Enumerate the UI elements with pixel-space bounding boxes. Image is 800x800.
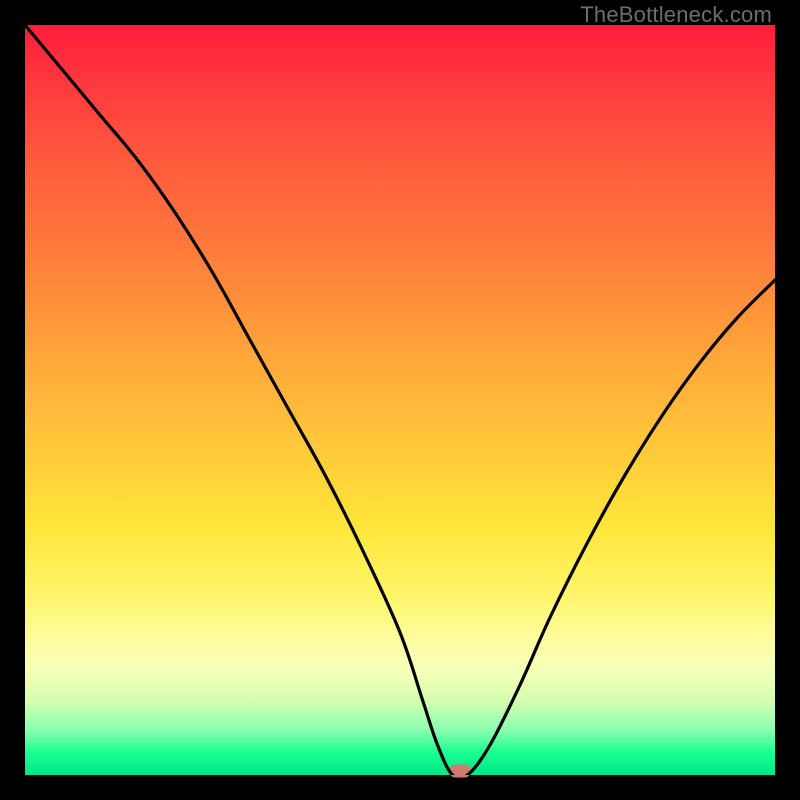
bottleneck-curve-path	[25, 25, 775, 775]
chart-stage: TheBottleneck.com	[0, 0, 800, 800]
curve-svg	[25, 25, 775, 775]
watermark-text: TheBottleneck.com	[580, 2, 772, 28]
plot-area	[25, 25, 775, 775]
